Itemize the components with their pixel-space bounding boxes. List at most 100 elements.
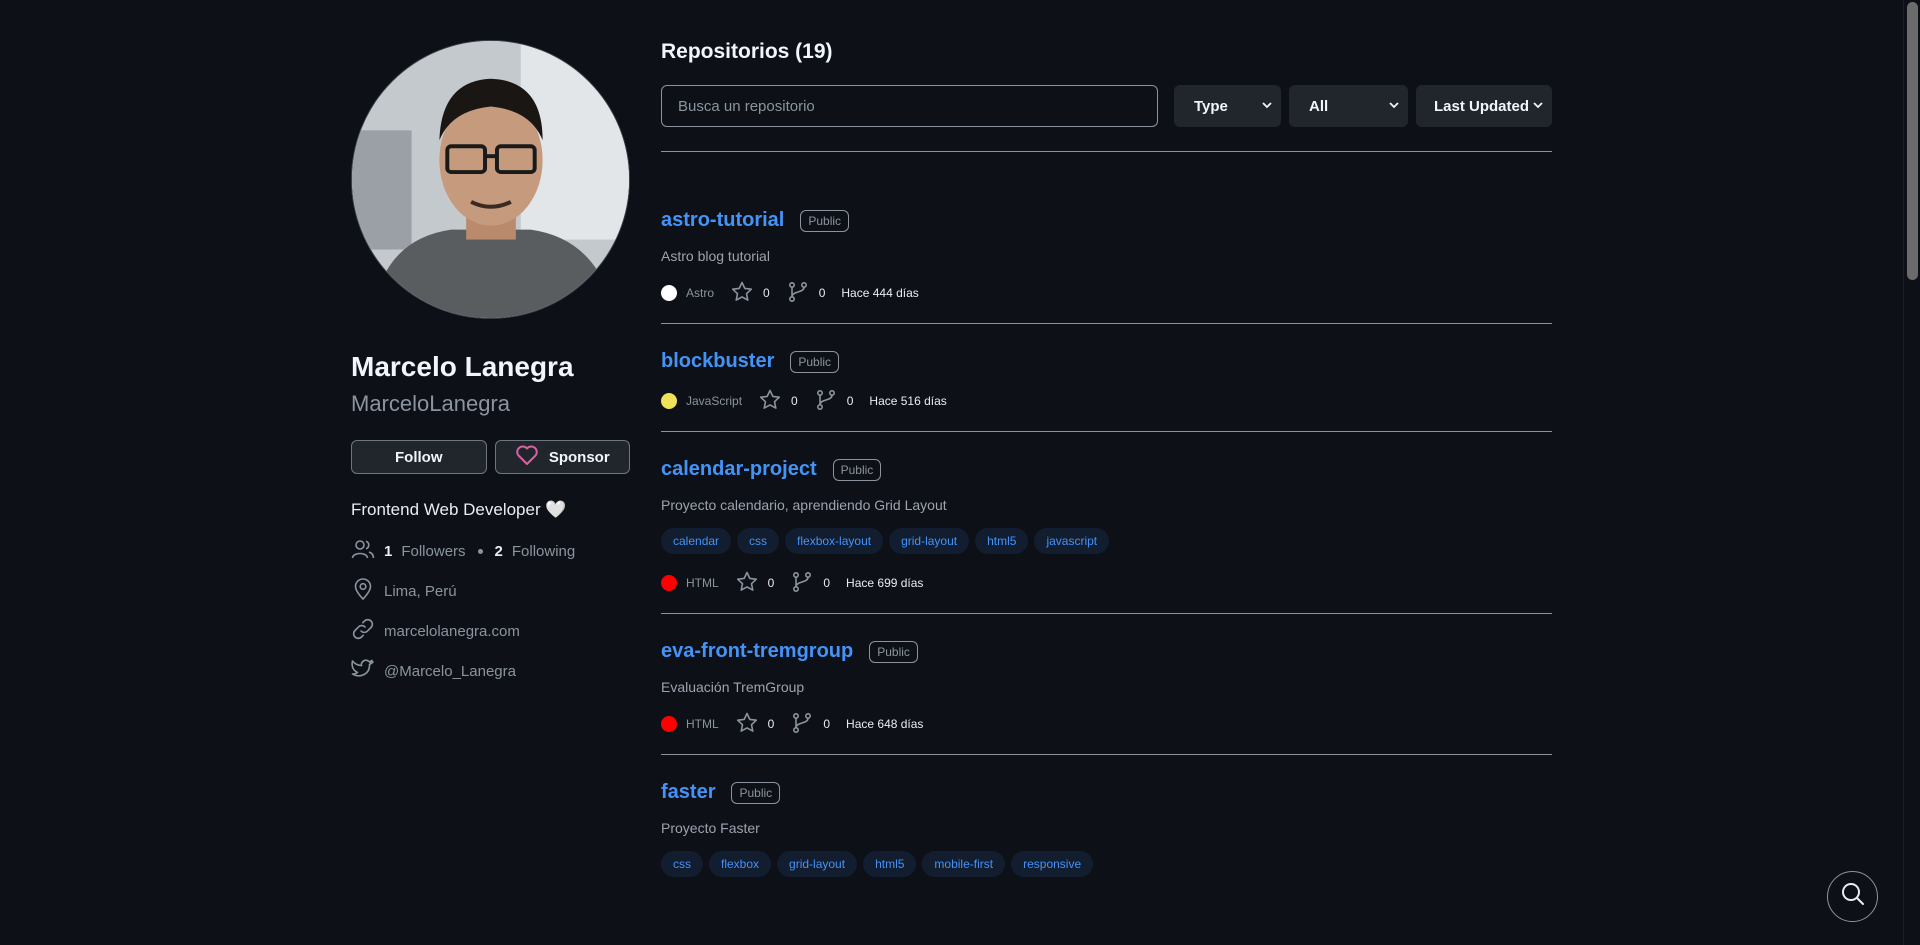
heart-icon	[515, 444, 539, 470]
followers-row: 1 Followers 2 Following	[351, 539, 630, 563]
language-color-dot	[661, 393, 677, 409]
visibility-badge: Public	[832, 458, 882, 481]
twitter-icon	[351, 657, 375, 685]
twitter-handle[interactable]: @Marcelo_Lanegra	[384, 663, 516, 680]
profile-login: MarceloLanegra	[351, 391, 510, 416]
topic-tag[interactable]: grid-layout	[777, 851, 858, 877]
repositories-panel: Repositorios (19) Type All Last Updated …	[661, 40, 1552, 877]
repository-list: astro-tutorial Public Astro blog tutorial A…	[661, 152, 1552, 877]
separator-dot	[477, 548, 483, 554]
website-row: marcelolanegra.com	[351, 617, 630, 645]
stars-stat[interactable]: 0	[730, 280, 770, 307]
location-text: Lima, Perú	[384, 582, 457, 600]
avatar	[351, 40, 630, 319]
language-color-dot	[661, 575, 677, 591]
repo-item: astro-tutorial Public Astro blog tutorial A…	[661, 152, 1552, 324]
forks-stat[interactable]: 0	[790, 570, 830, 597]
topic-tag[interactable]: html5	[863, 851, 917, 877]
sponsor-button[interactable]: Sponsor	[494, 440, 630, 474]
updated-time: Hace 444 días	[841, 286, 919, 300]
topic-tag[interactable]: html5	[975, 528, 1029, 554]
topic-tag[interactable]: flexbox-layout	[785, 528, 884, 554]
chevron-down-icon	[1261, 98, 1273, 115]
followers-count[interactable]: 1	[384, 543, 392, 560]
repo-name-link[interactable]: eva-front-tremgroup	[661, 640, 853, 663]
repo-stats: HTML 0 0 Hace 648 días	[661, 712, 1552, 736]
forks-stat[interactable]: 0	[790, 711, 830, 738]
repo-description: Astro blog tutorial	[661, 248, 770, 264]
following-label[interactable]: Following	[512, 543, 575, 560]
profile-bio: Frontend Web Developer 🤍	[351, 500, 567, 519]
repo-name-link[interactable]: blockbuster	[661, 350, 774, 373]
scrollbar-thumb[interactable]	[1907, 2, 1918, 280]
followers-label[interactable]: Followers	[401, 543, 465, 560]
page-scrollbar[interactable]	[1903, 0, 1920, 945]
repo-description: Proyecto Faster	[661, 820, 760, 836]
repo-name-link[interactable]: calendar-project	[661, 458, 817, 481]
stars-stat[interactable]: 0	[735, 711, 775, 738]
repo-item: blockbuster Public JavaScript 0 0 Hace 516 dí…	[661, 324, 1552, 432]
forks-stat[interactable]: 0	[814, 388, 853, 415]
repo-header: eva-front-tremgroup Public	[661, 640, 1552, 663]
all-select[interactable]: All	[1289, 85, 1408, 127]
language-name: HTML	[686, 717, 719, 731]
forks-count: 0	[823, 717, 831, 731]
repo-header: calendar-project Public	[661, 458, 1552, 481]
forks-stat[interactable]: 0	[786, 280, 825, 307]
sort-select[interactable]: Last Updated	[1416, 85, 1552, 127]
visibility-badge: Public	[731, 781, 781, 804]
language-color-dot	[661, 285, 677, 301]
visibility-badge: Public	[800, 209, 850, 232]
following-count[interactable]: 2	[495, 543, 503, 560]
repo-name-link[interactable]: faster	[661, 781, 715, 804]
topic-tag[interactable]: mobile-first	[922, 851, 1006, 877]
stars-stat[interactable]: 0	[758, 388, 798, 415]
avatar-image	[352, 41, 629, 318]
stars-count: 0	[767, 717, 775, 731]
repo-filters: Type All Last Updated	[661, 85, 1552, 127]
profile-actions: Follow Sponsor	[351, 440, 630, 474]
people-icon	[351, 537, 375, 565]
follow-button[interactable]: Follow	[351, 440, 487, 474]
repositories-title: Repositorios (19)	[661, 40, 833, 63]
sort-select-value: Last Updated	[1434, 97, 1530, 115]
link-icon	[351, 617, 375, 645]
chevron-down-icon	[1388, 98, 1400, 115]
location-icon	[351, 577, 375, 605]
repo-stats: JavaScript 0 0 Hace 516 días	[661, 389, 1552, 413]
twitter-row: @Marcelo_Lanegra	[351, 659, 630, 683]
repo-topics: css flexbox grid-layout html5 mobile-first re…	[661, 851, 1552, 877]
star-icon	[730, 280, 754, 307]
website-link[interactable]: marcelolanegra.com	[384, 623, 520, 640]
topic-tag[interactable]: flexbox	[709, 851, 772, 877]
profile-name: Marcelo Lanegra	[351, 351, 574, 382]
repo-item: eva-front-tremgroup Public Evaluación Trem…	[661, 614, 1552, 755]
location-row: Lima, Perú	[351, 577, 630, 605]
repo-stats: HTML 0 0 Hace 699 días	[661, 571, 1552, 595]
repo-search-input[interactable]	[661, 85, 1158, 127]
repo-item: faster Public Proyecto Faster css flexbox gri…	[661, 755, 1552, 877]
forks-count: 0	[823, 576, 831, 590]
repo-stats: Astro 0 0 Hace 444 días	[661, 281, 1552, 305]
profile-sidebar: Marcelo Lanegra MarceloLanegra Follow Sp…	[351, 40, 630, 683]
stars-stat[interactable]: 0	[735, 570, 775, 597]
topic-tag[interactable]: css	[661, 851, 703, 877]
repo-description: Evaluación TremGroup	[661, 679, 805, 695]
type-select-value: Type	[1194, 97, 1228, 115]
stars-count: 0	[767, 576, 775, 590]
fork-icon	[790, 711, 814, 738]
repo-header: astro-tutorial Public	[661, 209, 1552, 232]
topic-tag[interactable]: responsive	[1011, 851, 1094, 877]
type-select[interactable]: Type	[1174, 85, 1281, 127]
topic-tag[interactable]: grid-layout	[889, 528, 970, 554]
language-name: JavaScript	[686, 394, 743, 408]
search-icon	[1840, 881, 1866, 912]
floating-search-button[interactable]	[1827, 871, 1878, 922]
language-color-dot	[661, 716, 677, 732]
topic-tag[interactable]: calendar	[661, 528, 732, 554]
repo-topics: calendar css flexbox-layout grid-layout html…	[661, 528, 1552, 554]
topic-tag[interactable]: css	[737, 528, 780, 554]
stars-count: 0	[763, 286, 770, 300]
repo-name-link[interactable]: astro-tutorial	[661, 209, 784, 232]
topic-tag[interactable]: javascript	[1034, 528, 1110, 554]
